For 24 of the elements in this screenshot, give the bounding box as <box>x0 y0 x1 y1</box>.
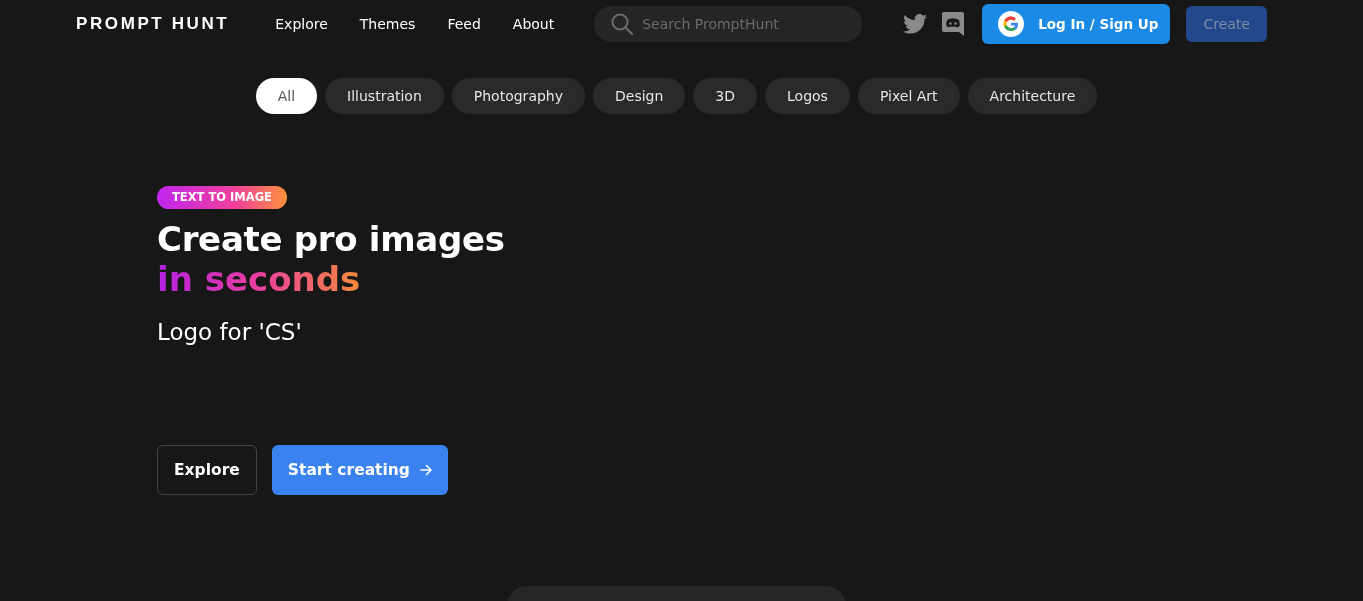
explore-button[interactable]: Explore <box>157 445 257 495</box>
start-creating-button[interactable]: Start creating <box>271 445 448 495</box>
nav-link[interactable]: Explore <box>259 16 344 32</box>
example-prompt: Logo for 'CS' <box>157 318 303 347</box>
category-chip[interactable]: Architecture <box>967 78 1098 114</box>
nav-link[interactable]: Themes <box>343 16 432 32</box>
login-button[interactable]: Log In / Sign Up <box>982 4 1171 44</box>
category-chip[interactable]: Photography <box>451 78 585 114</box>
google-logo-icon <box>998 11 1025 37</box>
category-chip[interactable]: Pixel Art <box>857 78 960 114</box>
category-chip[interactable]: Design <box>593 78 686 114</box>
category-chip[interactable]: All <box>255 78 318 114</box>
search-field[interactable]: Search PromptHunt <box>594 6 863 42</box>
nav-link[interactable]: Feed <box>431 16 497 32</box>
chat-bubble-icon[interactable] <box>942 12 965 36</box>
category-badge: TEXT TO IMAGE <box>157 186 287 209</box>
site-logo[interactable]: PROMPT HUNT <box>76 14 230 34</box>
category-chip[interactable]: 3D <box>693 78 758 114</box>
category-chip[interactable]: Illustration <box>325 78 444 114</box>
hero-title: Create pro images <box>157 219 506 259</box>
bird-icon[interactable] <box>903 14 928 34</box>
category-chip[interactable]: Logos <box>765 78 850 114</box>
nav-link[interactable]: About <box>496 16 571 32</box>
arrow-right-icon <box>419 464 432 476</box>
